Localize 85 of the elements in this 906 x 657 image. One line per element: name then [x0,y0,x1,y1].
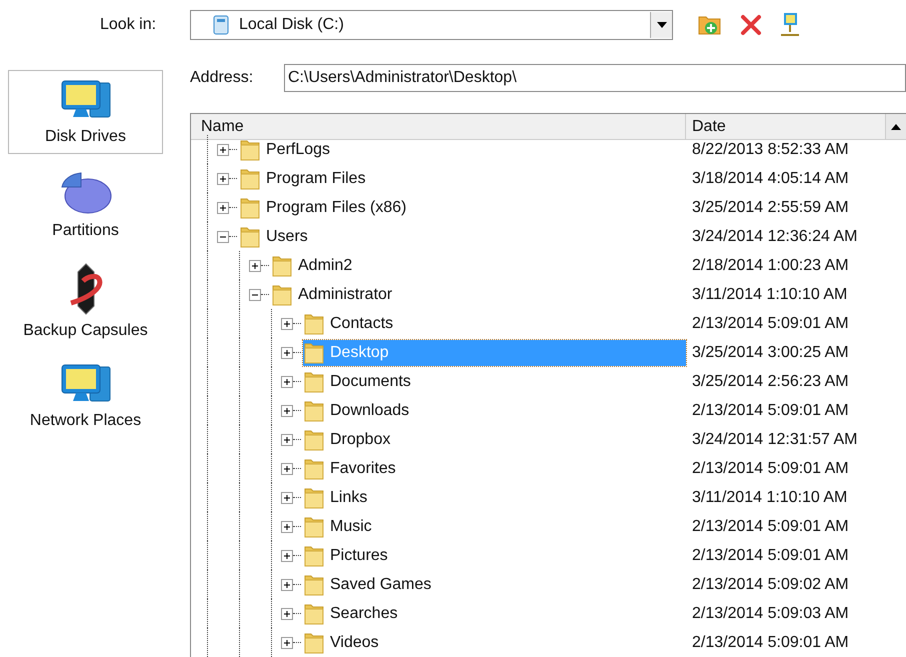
expand-icon[interactable] [217,202,229,214]
date-cell-text: 8/22/2013 8:52:33 AM [692,140,849,160]
folder-icon [303,370,325,394]
expand-icon[interactable] [281,462,293,474]
folder-icon [303,456,325,480]
folder-icon [239,138,261,162]
date-cell-text: 2/13/2014 5:09:01 AM [692,400,849,420]
date-cell-text: 3/24/2014 12:31:57 AM [692,430,858,450]
drive-icon [213,15,229,35]
date-cell-text: 3/25/2014 2:56:23 AM [692,372,849,392]
date-cell-text: 3/25/2014 2:55:59 AM [692,198,849,218]
collapse-icon[interactable] [249,288,261,300]
date-cell-text: 2/18/2014 1:00:23 AM [692,256,849,276]
folder-icon [303,486,325,510]
date-cell-text: 3/24/2014 12:36:24 AM [692,226,858,246]
folder-icon [303,340,325,364]
date-cell-text: 2/13/2014 5:09:02 AM [692,574,849,594]
expand-icon[interactable] [281,520,293,532]
sidebar-item[interactable]: Backup Capsules [8,254,163,348]
address-label: Address: [190,68,254,88]
expand-icon[interactable] [281,550,293,562]
expand-icon[interactable] [281,608,293,620]
date-cell-text: 2/13/2014 5:09:01 AM [692,314,849,334]
sidebar-item[interactable]: Partitions [8,160,163,248]
tree-item[interactable]: Music [303,514,686,540]
folder-icon [271,282,293,306]
folder-icon [303,514,325,538]
folder-icon [239,196,261,220]
tree-item[interactable]: Administrator [271,282,686,308]
date-cell-text: 2/13/2014 5:09:01 AM [692,516,849,536]
expand-icon[interactable] [281,578,293,590]
folder-icon [303,602,325,626]
tree-item[interactable]: Program Files (x86) [239,194,686,220]
tree-item[interactable]: Documents [303,368,686,394]
tree-item[interactable]: Links [303,484,686,510]
look-in-label: Look in: [100,15,158,35]
folder-icon [303,572,325,596]
folder-icon [303,544,325,568]
look-in-dropdown[interactable]: Local Disk (C:) [190,10,673,40]
date-cell-text: 3/18/2014 4:05:14 AM [692,168,849,188]
tree-item[interactable]: Users [239,224,686,250]
folder-icon [239,224,261,248]
date-cell-text: 2/13/2014 5:09:01 AM [692,458,849,478]
date-cell-text: 3/11/2014 1:10:10 AM [692,488,848,508]
folder-icon [271,254,293,278]
date-cell-text: 3/11/2014 1:10:10 AM [692,284,848,304]
tree-item[interactable]: Searches [303,600,686,626]
date-cell-text: 3/25/2014 3:00:25 AM [692,342,849,362]
expand-icon[interactable] [281,636,293,648]
expand-icon[interactable] [281,318,293,330]
folder-icon [303,312,325,336]
folder-icon [303,398,325,422]
delete-icon[interactable] [739,13,763,37]
expand-icon[interactable] [281,434,293,446]
folder-icon [303,630,325,654]
tree-item[interactable]: Favorites [303,456,686,482]
expand-icon[interactable] [281,404,293,416]
scroll-up-icon[interactable] [886,114,906,139]
tree-item[interactable]: Program Files [239,166,686,192]
sidebar-item[interactable]: Disk Drives [8,70,163,154]
date-cell-text: 2/13/2014 5:09:03 AM [692,604,849,624]
date-cell-text: 2/13/2014 5:09:01 AM [692,632,849,652]
tree-item[interactable]: Downloads [303,398,686,424]
expand-icon[interactable] [281,376,293,388]
expand-icon[interactable] [281,492,293,504]
tree-item[interactable]: Saved Games [303,572,686,598]
sidebar-item[interactable]: Network Places [8,354,163,438]
date-cell-text: 2/13/2014 5:09:01 AM [692,546,849,566]
expand-icon[interactable] [217,144,229,156]
column-header[interactable]: Name [191,114,686,139]
folder-icon [239,166,261,190]
expand-icon[interactable] [249,260,261,272]
tree-item[interactable]: Dropbox [303,426,686,452]
tree-item[interactable]: PerfLogs [239,136,686,162]
tree-item[interactable]: Contacts [303,310,686,336]
address-field[interactable]: C:\Users\Administrator\Desktop\ [284,64,906,92]
tree-item[interactable]: Videos [303,630,686,656]
network-icon[interactable] [779,12,801,38]
look-in-value: Local Disk (C:) [239,15,345,35]
collapse-icon[interactable] [217,230,229,242]
tree-item[interactable]: Admin2 [271,252,686,278]
folder-icon [303,428,325,452]
expand-icon[interactable] [281,346,293,358]
tree-item[interactable]: Pictures [303,542,686,568]
expand-icon[interactable] [217,172,229,184]
